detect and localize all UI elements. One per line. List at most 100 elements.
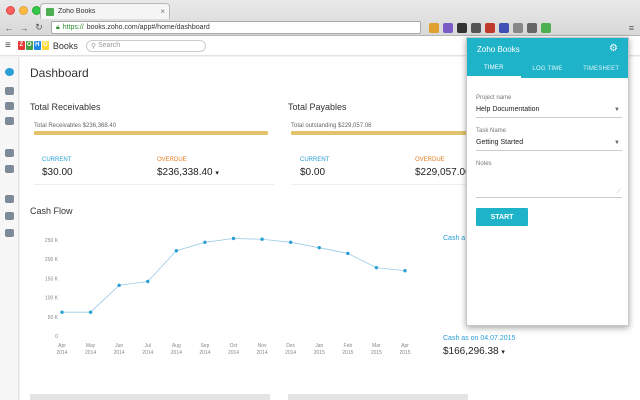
- receivables-overdue-label: OVERDUE: [157, 157, 187, 163]
- y-tick-label: 200 K: [45, 257, 59, 263]
- payables-bar-label: Total outstanding $229,057.06: [291, 123, 372, 129]
- extension-icon[interactable]: [429, 22, 439, 33]
- banking-nav-icon[interactable]: [5, 117, 14, 125]
- x-tick-month: Jan: [315, 343, 323, 349]
- payables-progress: [291, 131, 467, 135]
- payables-overdue-value[interactable]: $229,057.06: [415, 167, 471, 178]
- zoho-books-logo[interactable]: ZOHO Books: [17, 41, 78, 51]
- extension-icon[interactable]: [499, 22, 509, 33]
- extension-icon[interactable]: [513, 22, 523, 33]
- extension-icon[interactable]: [457, 22, 467, 33]
- cashflow-data-point: [174, 249, 179, 253]
- tab-timesheet[interactable]: TIMESHEET: [574, 60, 628, 78]
- x-tick-month: Mar: [372, 343, 381, 349]
- close-window-button[interactable]: [6, 6, 15, 15]
- dropdown-caret-icon[interactable]: ▾: [501, 349, 505, 356]
- tab-timer[interactable]: TIMER: [467, 60, 521, 78]
- minimize-window-button[interactable]: [19, 6, 28, 15]
- cashflow-title: Cash Flow: [30, 206, 73, 216]
- x-tick-year: 2014: [285, 350, 296, 356]
- resize-handle-icon[interactable]: ⟋: [617, 189, 621, 196]
- accountant-nav-icon[interactable]: [5, 212, 14, 220]
- url-scheme: https://: [62, 24, 84, 31]
- receivables-divider: [34, 184, 274, 185]
- browser-menu-icon[interactable]: ≡: [629, 23, 634, 33]
- left-nav-rail: [0, 57, 19, 400]
- back-icon[interactable]: ←: [3, 23, 15, 33]
- task-label: Task Name: [476, 128, 507, 134]
- receivables-overdue-value[interactable]: $236,338.40 ▾: [157, 167, 219, 178]
- extension-icon[interactable]: [471, 22, 481, 33]
- reload-icon[interactable]: ↻: [33, 22, 45, 33]
- task-value: Getting Started: [476, 139, 524, 146]
- cashflow-data-point: [374, 265, 379, 270]
- browser-toolbar: ← → ↻ 🔒︎ https://books.zoho.com/app#/hom…: [0, 19, 640, 36]
- extension-icon[interactable]: [443, 22, 453, 33]
- receivables-bar[interactable]: Total Receivables $236,368.40: [34, 123, 268, 141]
- payables-current-value[interactable]: $0.00: [300, 167, 325, 178]
- task-select[interactable]: Getting Started ▼: [476, 139, 622, 151]
- x-tick-month: Oct: [230, 343, 238, 349]
- cash-side-label-top: Cash a: [443, 235, 466, 242]
- x-tick-year: 2015: [399, 350, 410, 356]
- cashflow-series-line: [62, 238, 406, 313]
- cashflow-data-point: [288, 240, 293, 245]
- start-button[interactable]: START: [476, 208, 528, 226]
- receivables-current-value[interactable]: $30.00: [42, 167, 73, 178]
- forward-icon[interactable]: →: [18, 23, 30, 33]
- cashflow-data-point: [117, 283, 121, 288]
- browser-tab[interactable]: Zoho Books ×: [40, 3, 170, 19]
- x-tick-year: 2014: [56, 350, 67, 356]
- x-tick-year: 2014: [142, 350, 153, 356]
- lock-icon: 🔒︎: [56, 23, 60, 31]
- page-title: Dashboard: [30, 66, 89, 80]
- cash-amount: $166,296.38: [443, 346, 499, 357]
- search-placeholder: Search: [98, 42, 121, 49]
- payables-divider: [291, 184, 466, 185]
- cash-as-on-value[interactable]: $166,296.38 ▾: [443, 346, 505, 357]
- address-bar[interactable]: 🔒︎ https://books.zoho.com/app#/home/dash…: [51, 21, 421, 34]
- tab-close-icon[interactable]: ×: [160, 7, 169, 16]
- extension-bar: [429, 22, 551, 33]
- contacts-nav-icon[interactable]: [5, 87, 14, 95]
- payables-bar[interactable]: Total outstanding $229,057.06: [291, 123, 467, 141]
- y-tick-label: 50 K: [48, 315, 59, 321]
- search-input[interactable]: ⚲ Search: [85, 39, 206, 52]
- x-tick-year: 2014: [171, 350, 182, 356]
- dashboard-nav-icon[interactable]: [5, 68, 14, 76]
- purchases-nav-icon[interactable]: [5, 165, 14, 173]
- x-tick-month: May: [86, 343, 96, 349]
- hamburger-menu-icon[interactable]: ≡: [5, 40, 11, 51]
- cashflow-data-point: [60, 310, 64, 314]
- time-tracking-nav-icon[interactable]: [5, 195, 14, 203]
- receivables-current-label: CURRENT: [42, 157, 72, 163]
- extension-icon[interactable]: [485, 22, 495, 33]
- receivables-overdue-amount: $236,338.40: [157, 167, 213, 178]
- cashflow-data-point: [88, 310, 93, 314]
- reports-nav-icon[interactable]: [5, 229, 14, 237]
- chevron-down-icon: ▼: [614, 140, 620, 146]
- logo-letter: Z: [17, 41, 25, 50]
- bottom-card: [288, 394, 468, 400]
- sales-nav-icon[interactable]: [5, 149, 14, 157]
- cashflow-chart: 050 K100 K150 K200 K250 KApr2014May2014J…: [45, 236, 411, 356]
- bottom-card: [30, 394, 270, 400]
- x-tick-year: 2015: [342, 350, 353, 356]
- notes-textarea[interactable]: ⟋: [476, 172, 622, 198]
- cashflow-data-point: [346, 251, 350, 256]
- gear-icon[interactable]: ⚙: [609, 43, 618, 54]
- popup-title: Zoho Books: [477, 44, 520, 54]
- y-tick-label: 0: [55, 334, 58, 340]
- zoho-books-extension-icon[interactable]: [541, 22, 551, 33]
- tab-log-time[interactable]: LOG TIME: [521, 60, 575, 78]
- x-tick-month: Feb: [344, 343, 353, 349]
- x-tick-month: Jul: [145, 343, 151, 349]
- zoho-logo-icon: ZOHO: [17, 41, 49, 50]
- tab-title: Zoho Books: [58, 8, 96, 15]
- x-tick-year: 2014: [85, 350, 96, 356]
- extension-icon[interactable]: [527, 22, 537, 33]
- items-nav-icon[interactable]: [5, 102, 14, 110]
- dropdown-caret-icon[interactable]: ▾: [215, 170, 219, 177]
- zoho-books-popup: Zoho Books ⚙ TIMER LOG TIME TIMESHEET Pr…: [466, 37, 629, 326]
- project-select[interactable]: Help Documentation ▼: [476, 106, 622, 118]
